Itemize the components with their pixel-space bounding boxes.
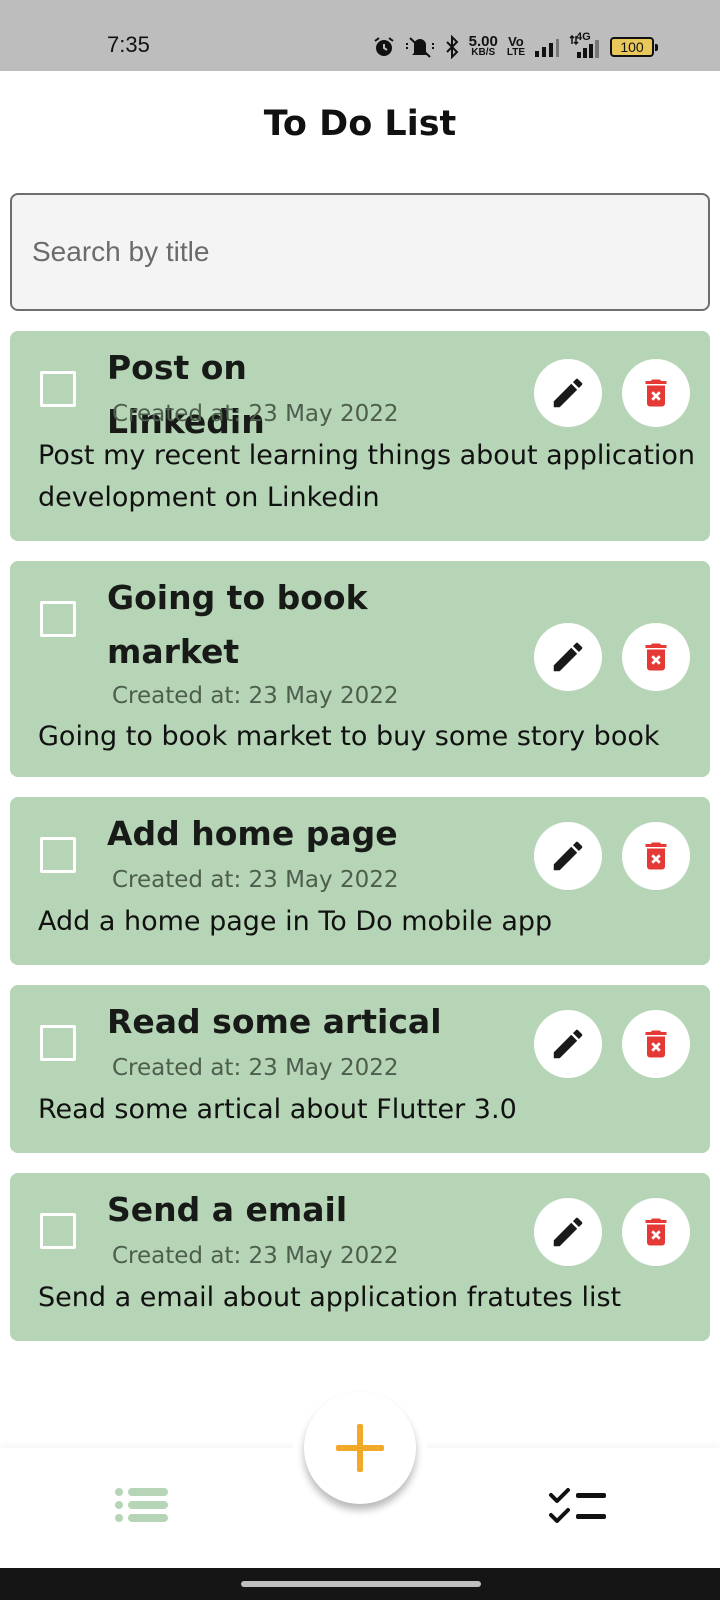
todo-title: Going to book market <box>107 578 368 671</box>
todo-card: Going to book market Created at: 23 May … <box>10 561 710 777</box>
volte-indicator: Vo LTE <box>506 34 525 58</box>
todo-title: Add home page <box>107 814 398 853</box>
pencil-icon <box>553 378 583 408</box>
checklist-icon <box>549 1488 606 1523</box>
signal-icon <box>534 36 560 58</box>
system-nav-bar <box>0 1568 720 1600</box>
search-field[interactable] <box>10 193 710 311</box>
todo-created-date: Created at: 23 May 2022 <box>112 1243 399 1269</box>
edit-button[interactable] <box>534 359 602 427</box>
edit-button[interactable] <box>534 822 602 890</box>
trash-icon <box>645 1218 667 1246</box>
page-title: To Do List <box>263 104 457 144</box>
battery-level: 100 <box>620 39 644 55</box>
volte-top: Vo <box>508 34 524 49</box>
net-speed: 5.00 KB/S <box>468 33 498 58</box>
trash-icon <box>645 643 667 671</box>
status-bar: 7:35 5.00 KB/S Vo LTE 4G 100 <box>0 0 720 71</box>
bluetooth-icon <box>444 35 460 59</box>
todo-created-date: Created at: 23 May 2022 <box>112 683 399 709</box>
data-arrows-icon: 4G <box>569 31 601 59</box>
delete-button[interactable] <box>622 623 690 691</box>
mute-icon <box>405 35 435 59</box>
battery-icon: 100 <box>610 37 658 57</box>
todo-description: Send a email about application fratutes … <box>38 1282 622 1313</box>
todo-title: Post on Linkedin <box>107 348 265 441</box>
todo-created-date: Created at: 23 May 2022 <box>112 867 399 893</box>
todo-checkbox[interactable] <box>40 1213 76 1249</box>
edit-button[interactable] <box>534 623 602 691</box>
todo-card: Add home page Created at: 23 May 2022 Ad… <box>10 797 710 965</box>
todo-checkbox[interactable] <box>40 1025 76 1061</box>
todo-description: Read some artical about Flutter 3.0 <box>38 1094 517 1125</box>
todo-title: Read some artical <box>107 1002 442 1041</box>
todo-description: Going to book market to buy some story b… <box>38 721 660 752</box>
home-indicator[interactable] <box>241 1581 481 1587</box>
pencil-icon <box>553 1029 583 1059</box>
todo-card: Post on Linkedin Created at: 23 May 2022… <box>10 331 710 541</box>
delete-button[interactable] <box>622 1010 690 1078</box>
nav-completed[interactable] <box>548 1487 608 1531</box>
search-input[interactable] <box>32 195 682 309</box>
todo-checkbox[interactable] <box>40 371 76 407</box>
edit-button[interactable] <box>534 1010 602 1078</box>
delete-button[interactable] <box>622 822 690 890</box>
pencil-icon <box>553 642 583 672</box>
todo-card: Send a email Created at: 23 May 2022 Sen… <box>10 1173 710 1341</box>
status-time: 7:35 <box>107 32 150 57</box>
todo-description: Post my recent learning things about app… <box>38 440 696 513</box>
trash-icon <box>645 1030 667 1058</box>
list-icon <box>115 1488 168 1522</box>
volte-bottom: LTE <box>506 47 525 58</box>
plus-icon <box>336 1424 384 1472</box>
network-type: 4G <box>576 31 591 43</box>
todo-created-date: Created at: 23 May 2022 <box>112 401 399 427</box>
todo-created-date: Created at: 23 May 2022 <box>112 1055 399 1081</box>
status-icons: 5.00 KB/S Vo LTE 4G 100 <box>372 31 658 62</box>
todo-checkbox[interactable] <box>40 601 76 637</box>
todo-checkbox[interactable] <box>40 837 76 873</box>
net-speed-unit: KB/S <box>471 47 496 58</box>
alarm-icon <box>372 35 396 59</box>
net-speed-value: 5.00 <box>468 33 498 50</box>
todo-card: Read some artical Created at: 23 May 202… <box>10 985 710 1153</box>
delete-button[interactable] <box>622 1198 690 1266</box>
pencil-icon <box>553 841 583 871</box>
delete-button[interactable] <box>622 359 690 427</box>
add-todo-button[interactable] <box>304 1392 416 1504</box>
nav-todo-list[interactable] <box>114 1486 170 1528</box>
todo-title: Send a email <box>107 1190 348 1229</box>
edit-button[interactable] <box>534 1198 602 1266</box>
trash-icon <box>645 842 667 870</box>
pencil-icon <box>553 1217 583 1247</box>
trash-icon <box>645 379 667 407</box>
todo-description: Add a home page in To Do mobile app <box>38 906 553 937</box>
